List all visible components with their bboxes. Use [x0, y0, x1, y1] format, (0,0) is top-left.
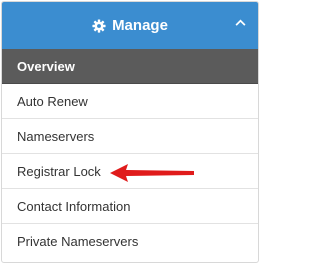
menu-item-label: Registrar Lock — [17, 163, 101, 179]
collapse-button[interactable] — [230, 12, 250, 32]
panel-title: Manage — [2, 2, 258, 49]
menu-item-overview[interactable]: Overview — [2, 49, 258, 84]
menu-item-contact-information[interactable]: Contact Information — [2, 189, 258, 224]
red-arrow-icon — [110, 164, 194, 182]
panel-header[interactable]: Manage — [2, 2, 258, 49]
menu-item-label: Private Nameservers — [17, 234, 139, 249]
menu-item-nameservers[interactable]: Nameservers — [2, 119, 258, 154]
menu-item-private-nameservers[interactable]: Private Nameservers — [2, 224, 258, 259]
menu-item-auto-renew[interactable]: Auto Renew — [2, 84, 258, 119]
menu-item-label: Nameservers — [17, 128, 95, 144]
panel-title-label: Manage — [112, 17, 168, 34]
menu-item-label: Contact Information — [17, 198, 131, 214]
menu-item-label: Auto Renew — [17, 93, 88, 109]
manage-panel: Manage Overview Auto Renew Nameservers R… — [1, 1, 259, 263]
chevron-up-icon — [235, 13, 246, 31]
gear-icon — [92, 18, 106, 33]
menu-item-label: Overview — [17, 58, 75, 74]
